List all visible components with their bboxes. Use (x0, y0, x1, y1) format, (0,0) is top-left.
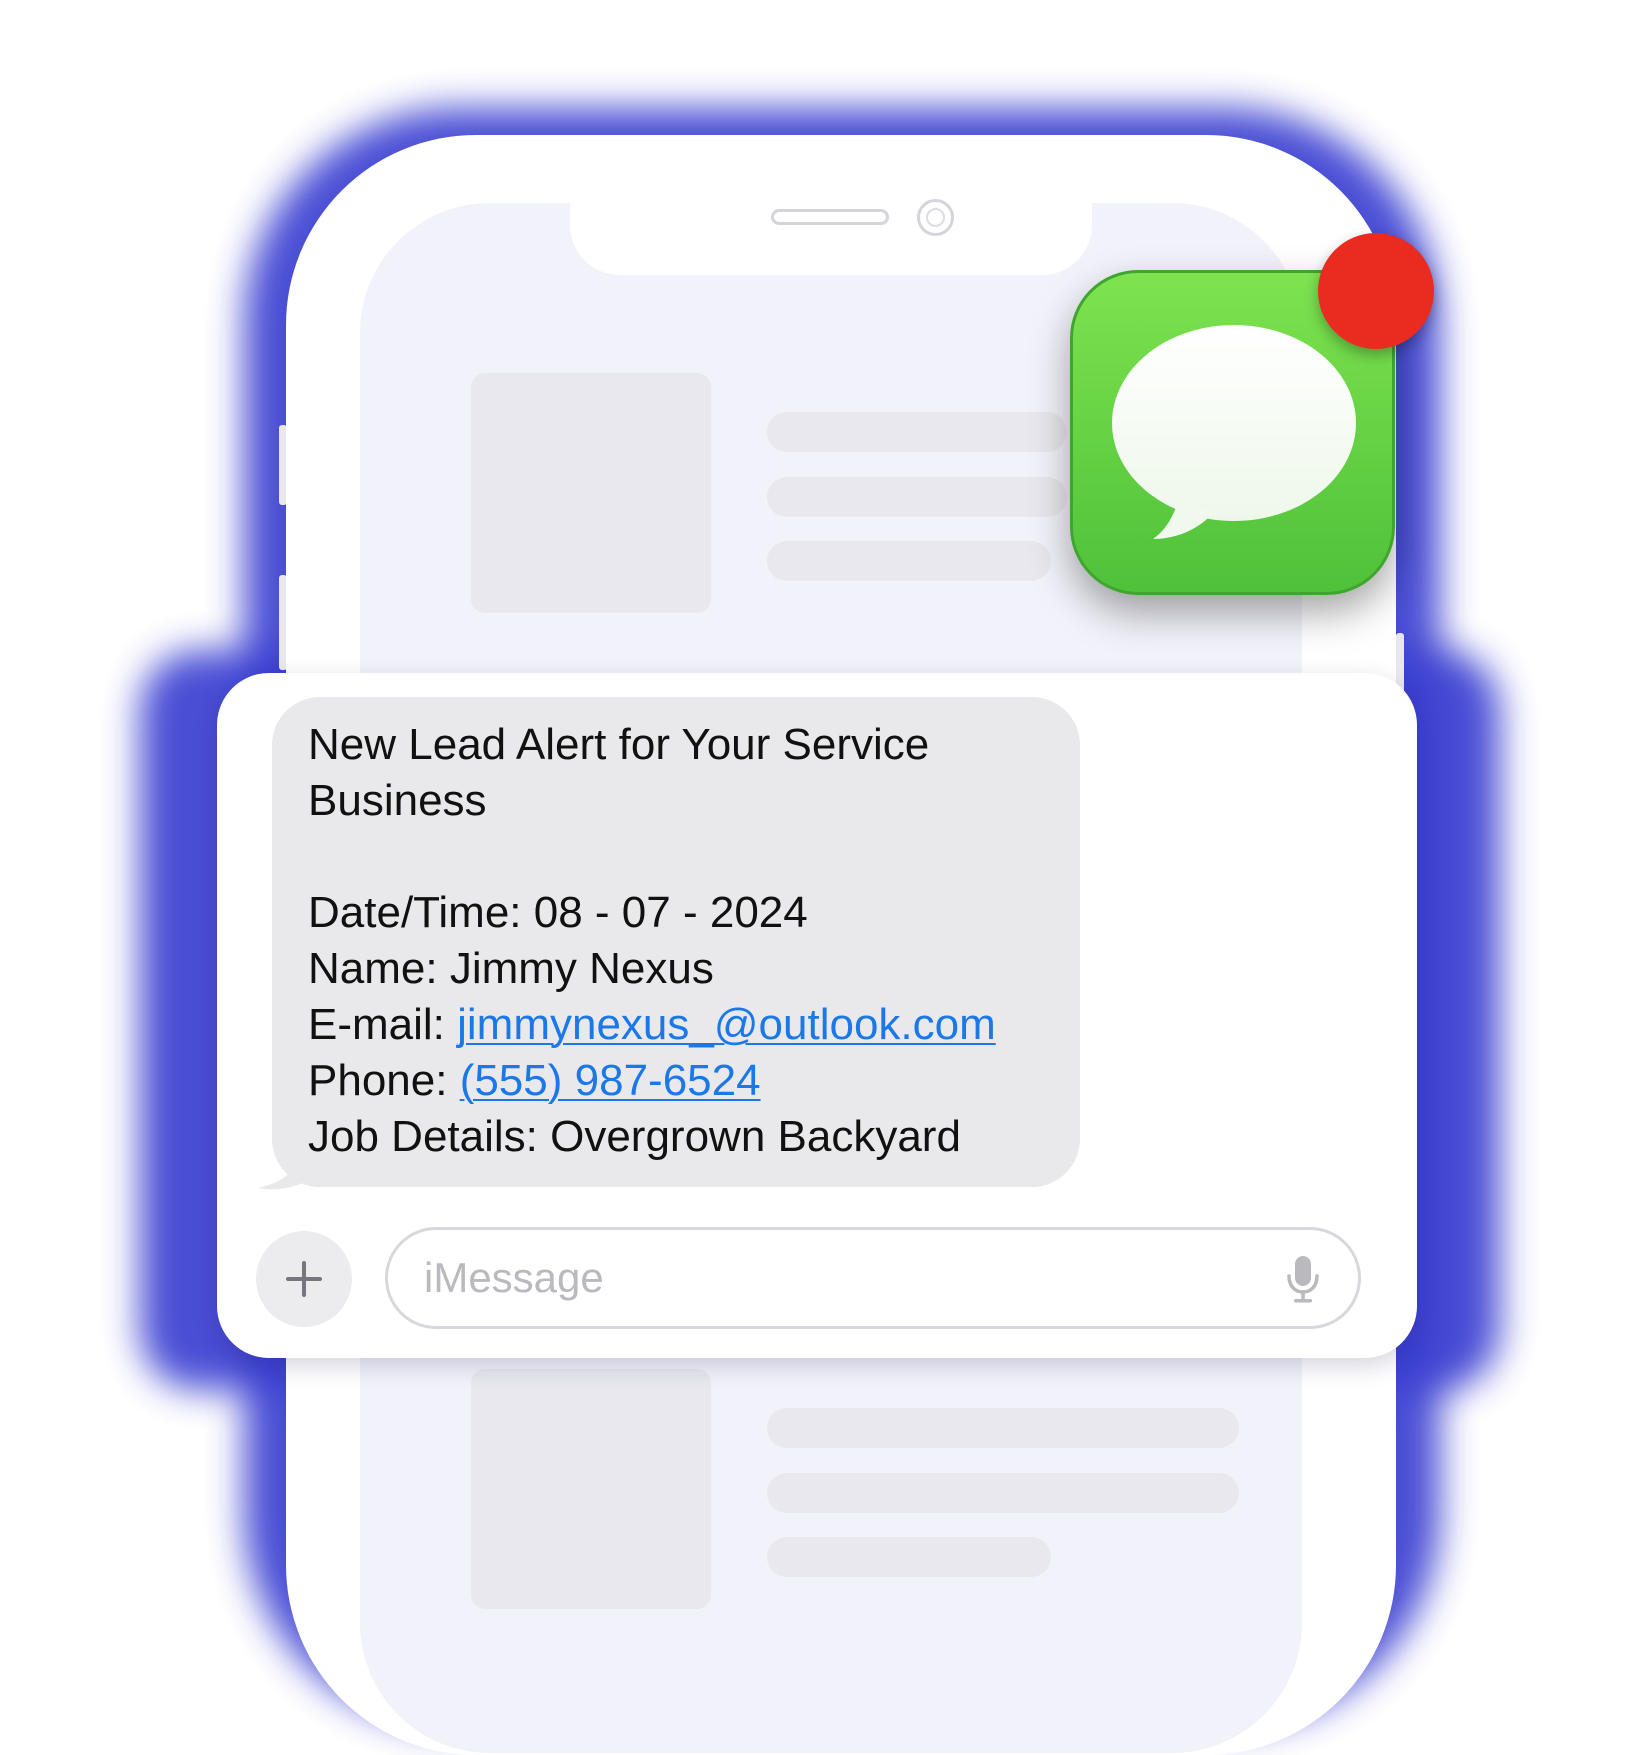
plus-icon (256, 1231, 352, 1327)
email-link[interactable]: jimmynexus_@outlook.com (457, 1000, 996, 1049)
message-line-title: New Lead Alert for Your Service (308, 720, 930, 769)
phone-notch (570, 190, 1092, 275)
phone-label: Phone: (308, 1056, 460, 1105)
placeholder-line (767, 412, 1067, 452)
microphone-icon[interactable] (1286, 1254, 1320, 1304)
phone-link[interactable]: (555) 987-6524 (460, 1056, 761, 1105)
front-camera (917, 199, 954, 236)
message-line-name: Name: Jimmy Nexus (308, 944, 714, 993)
placeholder-thumbnail-top (471, 373, 711, 613)
incoming-message-bubble[interactable]: New Lead Alert for Your Service Business… (272, 697, 1080, 1187)
imessage-input[interactable]: iMessage (385, 1227, 1361, 1329)
notification-badge (1318, 233, 1434, 349)
message-line-datetime: Date/Time: 08 - 07 - 2024 (308, 888, 808, 937)
message-line-email: E-mail: jimmynexus_@outlook.com (308, 997, 1050, 1053)
speech-bubble-icon (1112, 325, 1356, 539)
email-label: E-mail: (308, 1000, 458, 1049)
message-line-title-cont: Business (308, 776, 487, 825)
imessage-placeholder: iMessage (424, 1254, 604, 1301)
add-attachment-button[interactable] (256, 1231, 352, 1327)
speaker-grille (771, 209, 889, 225)
placeholder-line (767, 1473, 1239, 1513)
placeholder-thumbnail-bottom (471, 1369, 711, 1609)
placeholder-line (767, 477, 1067, 517)
placeholder-line (767, 1537, 1051, 1577)
message-line-job-details: Job Details: Overgrown Backyard (308, 1112, 961, 1161)
message-line-phone: Phone: (555) 987-6524 (308, 1053, 1050, 1109)
placeholder-line (767, 541, 1051, 581)
placeholder-line (767, 1408, 1239, 1448)
message-line-blank (308, 829, 1050, 885)
